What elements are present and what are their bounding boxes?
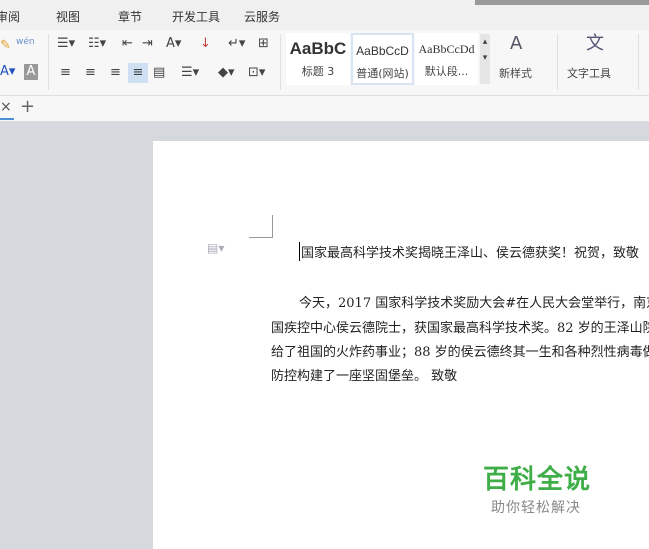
menu-cloud[interactable]: 云服务 bbox=[244, 8, 280, 25]
menu-view[interactable]: 视图 bbox=[56, 8, 80, 25]
style-sample: AaBbC bbox=[289, 39, 347, 58]
doc-paragraph-line[interactable]: 给了祖国的火炸药事业；88 岁的侯云德终其一生和各种烈性病毒做斗争 bbox=[271, 341, 649, 360]
distributed-icon[interactable]: ▤ bbox=[153, 65, 165, 81]
new-tab-button[interactable]: + bbox=[20, 96, 35, 117]
document-page[interactable]: ▤▾ 国家最高科学技术奖揭晓王泽山、侯云德获奖！祝贺，致敬 今天，2017 国家… bbox=[153, 141, 649, 549]
close-tab-icon[interactable]: × bbox=[0, 99, 12, 115]
font-color-icon[interactable]: A▾ bbox=[0, 64, 15, 80]
new-style-icon: A bbox=[510, 33, 523, 54]
justify-icon[interactable]: ≡ bbox=[128, 63, 148, 83]
char-shading-icon[interactable]: A bbox=[24, 64, 38, 80]
margin-corner-mark bbox=[249, 215, 273, 238]
doc-paragraph-line[interactable]: 今天，2017 国家科学技术奖励大会#在人民大会堂举行，南京理工大学王泽山院士、… bbox=[299, 292, 649, 311]
align-center-icon[interactable]: ≡ bbox=[85, 65, 96, 81]
separator bbox=[557, 34, 558, 90]
style-heading3[interactable]: AaBbC 标题 3 bbox=[286, 33, 350, 85]
style-sample: AaBbCcD bbox=[356, 44, 409, 58]
numbered-list-icon[interactable]: ☷▾ bbox=[88, 36, 106, 52]
menu-developer[interactable]: 开发工具 bbox=[172, 8, 220, 25]
borders-icon[interactable]: ⊡▾ bbox=[248, 65, 265, 81]
line-spacing-icon[interactable]: ☰▾ bbox=[181, 65, 199, 81]
phonetic-guide-icon[interactable]: wén bbox=[16, 34, 35, 50]
new-style-button[interactable]: 新样式 bbox=[499, 66, 532, 82]
menu-bar: 审阅 视图 章节 开发工具 云服务 bbox=[0, 0, 649, 30]
style-default-paragraph[interactable]: AaBbCcDd 默认段... bbox=[415, 33, 478, 85]
style-label: 普通(网站) bbox=[356, 67, 409, 80]
table-icon[interactable]: ⊞ bbox=[258, 36, 269, 52]
document-tab-bar: × + bbox=[0, 96, 649, 122]
style-label: 默认段... bbox=[424, 65, 469, 78]
shading-icon[interactable]: ◆▾ bbox=[218, 65, 235, 81]
bullet-list-icon[interactable]: ☰▾ bbox=[57, 36, 75, 52]
increase-indent-icon[interactable]: ⇥ bbox=[142, 36, 153, 52]
doc-title-line[interactable]: 国家最高科学技术奖揭晓王泽山、侯云德获奖！祝贺，致敬 bbox=[299, 242, 649, 261]
watermark-subtitle: 助你轻松解决 bbox=[491, 500, 581, 516]
active-tab-indicator bbox=[0, 118, 14, 120]
decrease-indent-icon[interactable]: ⇤ bbox=[122, 36, 133, 52]
paragraph-layout-icon[interactable]: ▤▾ bbox=[207, 241, 224, 255]
window-shadow bbox=[475, 0, 649, 5]
text-tools-button[interactable]: 文字工具 bbox=[567, 66, 611, 82]
menu-review[interactable]: 审阅 bbox=[0, 8, 20, 25]
style-label: 标题 3 bbox=[301, 65, 335, 78]
sort-icon[interactable]: ↓ bbox=[200, 36, 211, 52]
doc-paragraph-line[interactable]: 国疾控中心侯云德院士，获国家最高科学技术奖。82 岁的王泽山院士把一生都奉献 bbox=[271, 317, 649, 336]
separator bbox=[280, 34, 281, 90]
align-right-icon[interactable]: ≡ bbox=[110, 65, 121, 81]
ribbon: ✎ wén A▾ A ☰▾ ☷▾ ⇤ ⇥ A▾ ↓ ↵▾ ⊞ ≡ ≡ ≡ ≡ ▤… bbox=[0, 30, 649, 96]
doc-paragraph-line[interactable]: 防控构建了一座坚固堡垒。 致敬 bbox=[271, 365, 649, 384]
style-normal-web[interactable]: AaBbCcD 普通(网站) bbox=[351, 33, 414, 85]
separator bbox=[638, 34, 639, 90]
format-painter-icon[interactable]: ✎ bbox=[0, 38, 11, 54]
style-scroll[interactable]: ▴ ▾ bbox=[480, 34, 490, 84]
style-sample: AaBbCcDd bbox=[418, 42, 475, 56]
watermark-title: 百科全说 bbox=[483, 465, 592, 495]
text-tools-icon: 文 bbox=[586, 33, 604, 54]
menu-section[interactable]: 章节 bbox=[118, 8, 142, 25]
change-case-icon[interactable]: A▾ bbox=[166, 36, 181, 52]
paragraph-mark-icon[interactable]: ↵▾ bbox=[228, 36, 245, 52]
separator bbox=[48, 34, 49, 90]
align-left-icon[interactable]: ≡ bbox=[60, 65, 71, 81]
